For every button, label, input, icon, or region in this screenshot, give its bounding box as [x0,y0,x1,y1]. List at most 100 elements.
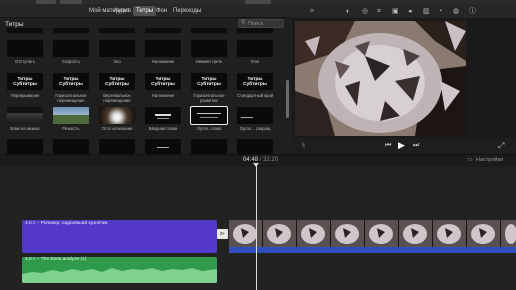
title-thumb[interactable] [237,139,273,154]
tab-backgrounds[interactable]: Фон [153,6,170,16]
timecode: 04:48 / 32:20 [243,157,278,163]
title-thumb-label: Наложение [151,59,175,64]
thumb-graphic [157,118,169,119]
playback-controls: ♮ ⏮ ▶ ⏭ ⤢ [292,138,516,154]
title-thumb-label: Наложение [151,93,175,98]
title-thumb[interactable] [7,139,43,154]
adjustments-toolbar: ✧ ◐ ◎ ⌗ ▣ ◂ ▥ ◔ ◍ ⓘ [292,4,516,18]
title-thumb[interactable] [53,107,89,124]
title-thumb[interactable] [99,107,135,124]
title-thumb[interactable] [53,40,89,57]
title-thumb-label: Вводная глава [148,126,178,131]
skip-back-icon[interactable]: ⏮ [385,142,391,150]
title-thumb[interactable] [237,107,273,124]
video-clip-filmstrip[interactable] [229,220,516,247]
title-thumb-text: Титры Субтитры [243,77,267,87]
title-thumb-label: Блик на низках [10,126,40,131]
title-thumb-label: Оугол... сокращ [239,126,271,131]
title-thumb[interactable]: Титры Субтитры [237,73,273,90]
thumb-graphic [200,117,218,118]
total-time: 32:20 [263,157,279,163]
skip-forward-icon[interactable]: ⏭ [413,142,419,150]
volume-icon[interactable]: ◂ [408,8,412,16]
title-thumb-label: Оугол, главо [196,126,222,131]
clip-audio-bar[interactable] [229,247,516,253]
video-image [295,21,466,136]
time-separator: / [259,157,262,163]
title-thumb-partial[interactable] [53,28,89,33]
title-thumb-label: Горизонтальное развитие [193,93,225,103]
title-thumb[interactable]: Титры Субтитры [145,73,181,90]
title-thumb[interactable]: Титры Субтитры [99,73,135,90]
playhead[interactable] [256,163,257,290]
title-thumb-label: Горизонтальное перемещение [55,93,87,103]
search-input[interactable] [248,20,282,27]
tab-transitions[interactable]: Переходы [170,6,204,16]
filmstrip-frames [229,220,516,247]
search-icon: ⚲ [241,20,246,26]
title-thumb-partial[interactable] [7,28,43,33]
title-thumb[interactable]: Титры Субтитры [7,73,43,90]
title-thumb-label: Эхо [113,59,121,64]
equalizer-icon[interactable]: ▥ [423,8,430,16]
stabilization-icon[interactable]: ▣ [392,8,399,16]
title-thumb[interactable] [53,139,89,154]
info-icon[interactable]: ⓘ [469,8,476,16]
title-thumb[interactable] [7,40,43,57]
title-thumb-label: Стандартный край [236,93,274,98]
title-thumb[interactable] [191,40,227,57]
title-thumb-text: Титры Субтитры [105,77,129,87]
thumb-graphic [53,115,89,124]
magic-wand-icon[interactable]: ✧ [309,8,315,16]
title-thumb-label: Отсл исчезание [101,126,133,131]
settings-toggle-icon[interactable]: ▭ [467,156,473,163]
title-thumb[interactable] [145,40,181,57]
title-thumb-text: Титры Субтитры [151,77,175,87]
crop-icon[interactable]: ⌗ [377,8,381,16]
thumb-graphic [241,117,253,118]
title-thumb[interactable] [99,40,135,57]
media-tab-bar: Мой материал Аудио Титры Фон Переходы [0,4,292,18]
thumb-graphic [197,113,221,114]
title-thumb-partial[interactable] [191,28,227,33]
title-thumb-text: Титры Субтитры [197,77,221,87]
thumb-graphic [7,113,43,124]
play-icon[interactable]: ▶ [398,140,405,151]
playhead-handle[interactable] [253,163,259,167]
title-thumb-partial[interactable] [99,28,135,33]
browser-scrollbar[interactable] [286,80,289,118]
title-thumb-label: Угол [250,59,260,64]
transition-marker[interactable]: ⧐ [217,229,228,239]
noise-icon[interactable]: ◍ [453,8,459,16]
video-frame[interactable] [295,21,466,136]
title-thumb[interactable]: Титры Субтитры [191,73,227,90]
color-correction-icon[interactable]: ◎ [362,8,368,16]
search-field[interactable]: ⚲ [238,19,284,28]
fullscreen-icon[interactable]: ⤢ [498,141,504,151]
title-thumb-partial[interactable] [145,28,181,33]
title-thumb-label: Отступать [15,59,35,64]
title-thumb[interactable] [191,139,227,154]
speed-icon[interactable]: ◔ [438,8,442,16]
tab-audio[interactable]: Аудио [111,6,134,16]
microphone-icon[interactable]: ♮ [302,141,305,150]
color-balance-icon[interactable]: ◐ [346,8,350,16]
title-thumb[interactable] [99,139,135,154]
title-thumb-label: Скорость [61,59,81,64]
title-thumb[interactable] [145,139,181,154]
audio-clip-label: 4,0 с – The Enes analyze (1) [25,257,87,262]
title-thumb-label: Вертикальное перемещение [103,93,131,103]
title-thumb-selected[interactable] [190,106,228,125]
title-thumb[interactable] [145,107,181,124]
thumb-graphic [53,107,89,115]
title-thumb-text: Титры Субтитры [59,77,83,87]
title-thumb-text: Титры Субтитры [13,77,37,87]
thumb-graphic [157,147,169,148]
title-thumb[interactable] [237,40,273,57]
title-thumb[interactable] [7,107,43,124]
title-thumb[interactable]: Титры Субтитры [53,73,89,90]
settings-button[interactable]: Настройки [476,157,503,163]
title-thumb-partial[interactable] [237,28,273,33]
title-thumb-label: Резкость [62,126,80,131]
title-clip-label: 4,0 с – Роликер: надоевший кузнечик [25,221,108,226]
